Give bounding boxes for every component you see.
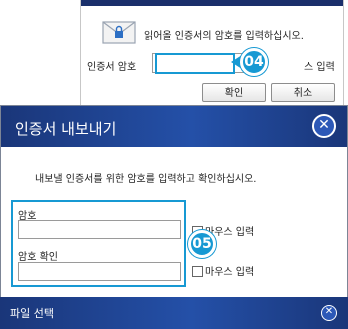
certificate-password-label: 인증서 암호: [87, 62, 137, 73]
password-confirm-label: 암호 확인: [18, 252, 58, 263]
password-prompt-text: 읽어올 인증서의 암호를 입력하십시오.: [144, 31, 304, 42]
dialog-titlebar: 인증서 내보내기 ✕: [1, 106, 347, 147]
ok-button[interactable]: 확인: [202, 83, 266, 102]
close-icon[interactable]: ✕: [321, 305, 337, 321]
callout-badge-05: 05: [188, 230, 216, 258]
envelope-lock-icon: [102, 21, 136, 44]
dialog-title: 파일 선택: [10, 307, 54, 320]
close-icon[interactable]: ✕: [312, 114, 336, 138]
callout-outline: [155, 53, 235, 74]
mouse-input-label: 스 입력: [304, 62, 335, 73]
callout-badge-04: 04: [240, 48, 268, 76]
mouse-input-label: 마우스 입력: [205, 267, 255, 278]
cancel-button[interactable]: 취소: [271, 83, 335, 102]
password-input[interactable]: [18, 220, 181, 239]
dialog-titlebar: [81, 0, 343, 6]
password-confirm-input[interactable]: [18, 262, 181, 281]
certificate-export-dialog: 인증서 내보내기 ✕ 내보낼 인증서를 위한 암호를 입력하고 확인하십시오. …: [0, 105, 348, 329]
file-select-titlebar: 파일 선택 ✕: [0, 297, 348, 329]
dialog-title: 인증서 내보내기: [15, 120, 117, 138]
mouse-input-checkbox[interactable]: [192, 266, 203, 277]
instruction-text: 내보낼 인증서를 위한 암호를 입력하고 확인하십시오.: [35, 174, 257, 185]
